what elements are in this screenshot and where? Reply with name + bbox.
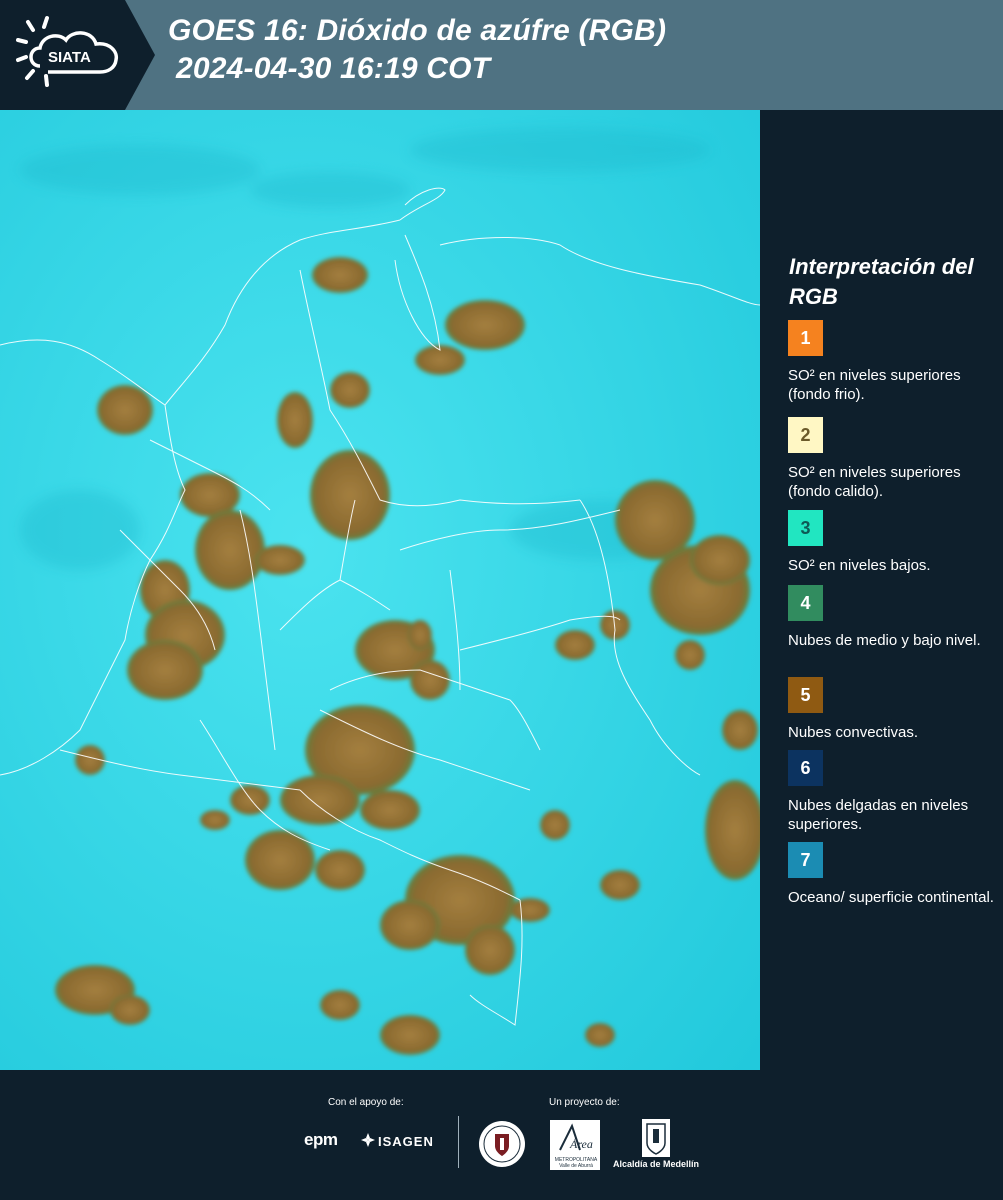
support-label: Con el apoyo de: (328, 1097, 404, 1108)
legend-swatch-2: 2 (788, 417, 823, 453)
footer: Con el apoyo de: Un proyecto de: epm ISA… (0, 1070, 1003, 1200)
footer-divider (458, 1116, 459, 1168)
legend-label-4: Nubes de medio y bajo nivel. (788, 632, 981, 649)
legend-label-1: SO² en niveles superiores (fondo frio). (788, 367, 961, 403)
legend-label-5: Nubes convectivas. (788, 724, 919, 741)
legend-swatch-5: 5 (788, 677, 823, 713)
legend-label-6: Nubes delgadas en niveles superiores. (788, 797, 969, 833)
legend-item-6: 6 Nubes delgadas en niveles superiores. (788, 750, 998, 834)
legend-title: Interpretación del RGB (789, 254, 974, 309)
siata-logo: SIATA (0, 0, 155, 110)
rgb-satellite-image (0, 110, 760, 1070)
alcaldia-text: Alcaldía de Medellín (613, 1159, 700, 1169)
legend-item-7: 7 Oceano/ superficie continental. (788, 842, 998, 907)
legend-item-1: 1 SO² en niveles superiores (fondo frio)… (788, 320, 998, 404)
legend-label-3: SO² en niveles bajos. (788, 557, 931, 574)
legend-label-7: Oceano/ superficie continental. (788, 889, 994, 906)
legend-item-3: 3 SO² en niveles bajos. (788, 510, 998, 575)
title-line-2: 2024-04-30 16:19 COT (176, 52, 491, 85)
legend-swatch-4: 4 (788, 585, 823, 621)
legend-item-2: 2 SO² en niveles superiores (fondo calid… (788, 417, 998, 501)
legend-item-4: 4 Nubes de medio y bajo nivel. (788, 585, 998, 650)
project-label: Un proyecto de: (549, 1097, 620, 1108)
logo-text: SIATA (48, 49, 91, 66)
legend-swatch-3: 3 (788, 510, 823, 546)
page-root: SIATA GOES 16: Dióxido de azúfre (RGB) 2… (0, 0, 1003, 1200)
isagen-logo: ISAGEN (378, 1134, 434, 1149)
university-seal-icon (479, 1121, 525, 1167)
legend-swatch-1: 1 (788, 320, 823, 356)
title-line-1: GOES 16: Dióxido de azúfre (RGB) (168, 14, 667, 47)
legend-label-2: SO² en niveles superiores (fondo calido)… (788, 464, 961, 500)
epm-logo: epm (304, 1130, 338, 1149)
legend-panel: Interpretación del RGB 1 SO² en niveles … (760, 110, 1003, 1070)
siata-logo-icon: SIATA (0, 0, 155, 110)
area-logo-text: Área (569, 1137, 593, 1151)
alcaldia-shield-icon (642, 1119, 670, 1157)
isagen-icon (361, 1133, 375, 1147)
legend-swatch-7: 7 (788, 842, 823, 878)
area-metropolitana-text: METROPOLITANA Valle de Aburrá (554, 1157, 598, 1169)
satellite-map (0, 110, 760, 1070)
legend-item-5: 5 Nubes convectivas. (788, 677, 998, 742)
area-metropolitana-icon: Área (559, 1123, 593, 1151)
header-bar: SIATA GOES 16: Dióxido de azúfre (RGB) 2… (0, 0, 1003, 110)
legend-swatch-6: 6 (788, 750, 823, 786)
